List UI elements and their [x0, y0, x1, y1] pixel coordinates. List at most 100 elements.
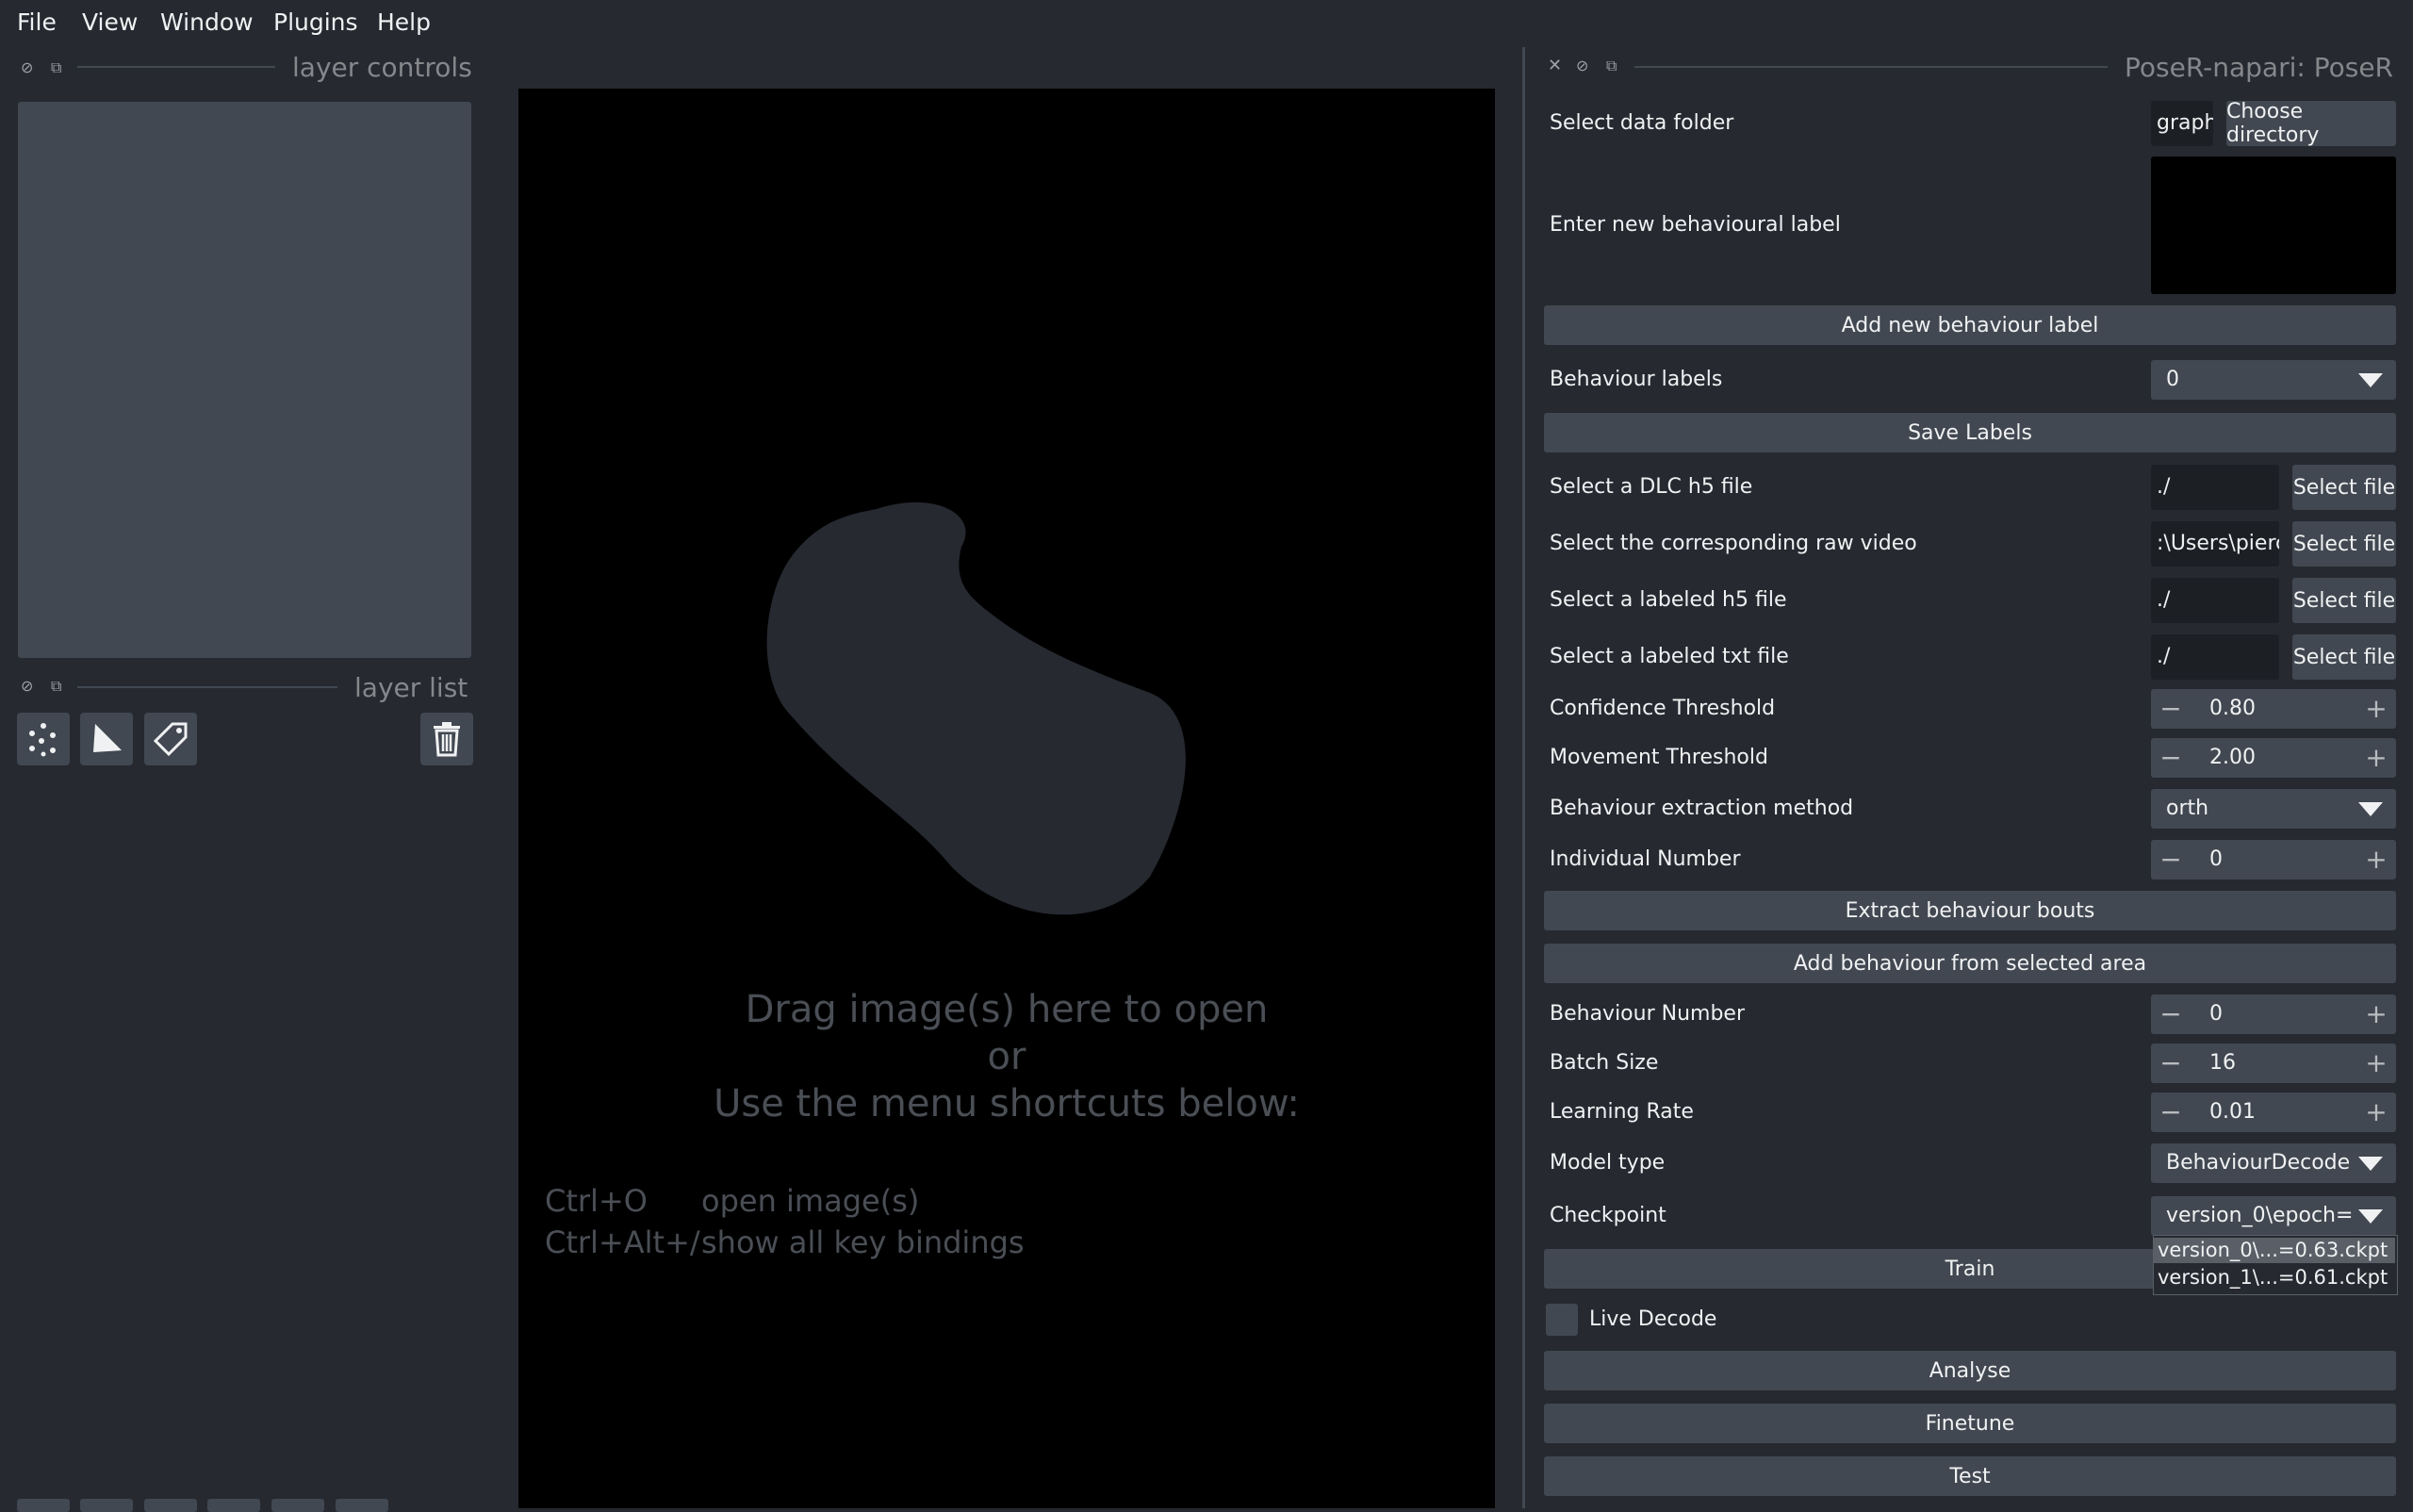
- new-label-label: Enter new behavioural label: [1550, 213, 1841, 237]
- shortcut-desc-open: open image(s): [701, 1183, 920, 1219]
- shortcut-desc-keybindings: show all key bindings: [701, 1224, 1025, 1260]
- new-label-input[interactable]: [2151, 156, 2396, 294]
- grid-button[interactable]: [271, 1499, 324, 1512]
- plus-icon[interactable]: +: [2360, 1093, 2392, 1132]
- dlc-h5-label: Select a DLC h5 file: [1550, 475, 1753, 499]
- labeled-txt-label: Select a labeled txt file: [1550, 645, 1789, 668]
- float-dock-icon[interactable]: ⊘: [21, 58, 33, 77]
- labeled-txt-select-button[interactable]: Select file: [2292, 634, 2396, 680]
- detach-dock-icon[interactable]: ⧉: [51, 677, 61, 696]
- menu-help[interactable]: Help: [377, 8, 431, 38]
- menu-file[interactable]: File: [17, 8, 57, 38]
- new-shapes-layer-button[interactable]: [80, 713, 133, 765]
- drop-hint-line-3: Use the menu shortcuts below:: [714, 1082, 1300, 1126]
- plus-icon[interactable]: +: [2360, 738, 2392, 778]
- batch-size-spinbox[interactable]: − 16 +: [2151, 1044, 2396, 1083]
- extract-behaviour-bouts-button[interactable]: Extract behaviour bouts: [1544, 891, 2396, 930]
- behaviour-number-value: 0: [2209, 1002, 2223, 1026]
- dlc-h5-select-button[interactable]: Select file: [2292, 465, 2396, 510]
- drop-hint-line-2: or: [987, 1035, 1026, 1078]
- learning-rate-label: Learning Rate: [1550, 1100, 1694, 1124]
- float-dock-icon[interactable]: ⊘: [21, 677, 33, 696]
- batch-size-label: Batch Size: [1550, 1051, 1659, 1075]
- float-dock-icon[interactable]: ⊘: [1576, 57, 1588, 75]
- ndisplay-button[interactable]: [80, 1499, 133, 1512]
- model-type-dropdown[interactable]: BehaviourDecode: [2151, 1143, 2396, 1183]
- model-type-value: BehaviourDecode: [2166, 1151, 2351, 1175]
- delete-layer-button[interactable]: [420, 713, 473, 765]
- chevron-down-icon: [2358, 373, 2383, 387]
- close-icon[interactable]: ✕: [1548, 57, 1562, 75]
- checkpoint-value: version_0\epoch=: [2166, 1204, 2354, 1227]
- behaviour-labels-value: 0: [2166, 368, 2179, 391]
- checkpoint-label: Checkpoint: [1550, 1204, 1666, 1227]
- behaviour-labels-dropdown[interactable]: 0: [2151, 360, 2396, 400]
- minus-icon[interactable]: −: [2155, 1093, 2187, 1132]
- confidence-threshold-value: 0.80: [2209, 697, 2256, 720]
- console-button[interactable]: [17, 1499, 70, 1512]
- dock-title-line: [77, 66, 275, 68]
- movement-threshold-spinbox[interactable]: − 2.00 +: [2151, 738, 2396, 778]
- individual-number-spinbox[interactable]: − 0 +: [2151, 840, 2396, 879]
- layer-controls-panel: [18, 102, 471, 658]
- learning-rate-spinbox[interactable]: − 0.01 +: [2151, 1093, 2396, 1132]
- shapes-icon: [93, 724, 122, 752]
- confidence-threshold-spinbox[interactable]: − 0.80 +: [2151, 689, 2396, 729]
- add-behaviour-from-area-button[interactable]: Add behaviour from selected area: [1544, 944, 2396, 983]
- extraction-method-dropdown[interactable]: orth: [2151, 789, 2396, 829]
- checkpoint-dropdown[interactable]: version_0\epoch=: [2151, 1196, 2396, 1236]
- plugin-title: PoseR-napari: PoseR: [2125, 52, 2394, 83]
- data-folder-field[interactable]: graph: [2151, 101, 2213, 146]
- roll-dims-button[interactable]: [144, 1499, 197, 1512]
- minus-icon[interactable]: −: [2155, 994, 2187, 1034]
- individual-number-value: 0: [2209, 847, 2223, 871]
- checkpoint-option[interactable]: version_1\...=0.61.ckpt: [2154, 1265, 2395, 1290]
- add-behaviour-label-button[interactable]: Add new behaviour label: [1544, 305, 2396, 345]
- minus-icon[interactable]: −: [2155, 689, 2187, 729]
- choose-directory-button[interactable]: Choose directory: [2226, 100, 2396, 147]
- plus-icon[interactable]: +: [2360, 840, 2392, 879]
- finetune-button[interactable]: Finetune: [1544, 1404, 2396, 1443]
- raw-video-label: Select the corresponding raw video: [1550, 532, 1917, 555]
- minus-icon[interactable]: −: [2155, 1044, 2187, 1083]
- plus-icon[interactable]: +: [2360, 1044, 2392, 1083]
- home-button[interactable]: [336, 1499, 388, 1512]
- menu-view[interactable]: View: [82, 8, 138, 38]
- viewer-canvas[interactable]: Drag image(s) here to open or Use the me…: [518, 89, 1495, 1508]
- dock-title-line: [77, 686, 337, 688]
- plus-icon[interactable]: +: [2360, 994, 2392, 1034]
- live-decode-checkbox[interactable]: [1546, 1304, 1578, 1336]
- minus-icon[interactable]: −: [2155, 738, 2187, 778]
- labeled-h5-select-button[interactable]: Select file: [2292, 578, 2396, 623]
- raw-video-field[interactable]: :\Users\pierc: [2151, 521, 2279, 567]
- detach-dock-icon[interactable]: ⧉: [51, 58, 61, 77]
- menubar: File View Window Plugins Help: [0, 0, 2413, 45]
- layer-list-title: layer list: [354, 672, 468, 703]
- behaviour-number-label: Behaviour Number: [1550, 1002, 1746, 1026]
- new-labels-layer-button[interactable]: [144, 713, 197, 765]
- minus-icon[interactable]: −: [2155, 840, 2187, 879]
- dlc-h5-field[interactable]: ./: [2151, 465, 2279, 510]
- menu-window[interactable]: Window: [160, 8, 254, 38]
- raw-video-select-button[interactable]: Select file: [2292, 521, 2396, 567]
- labeled-txt-field[interactable]: ./: [2151, 634, 2279, 680]
- behaviour-number-spinbox[interactable]: − 0 +: [2151, 994, 2396, 1034]
- transpose-button[interactable]: [207, 1499, 260, 1512]
- save-labels-button[interactable]: Save Labels: [1544, 413, 2396, 452]
- live-decode-label: Live Decode: [1589, 1307, 1717, 1331]
- model-type-label: Model type: [1550, 1151, 1666, 1175]
- test-button[interactable]: Test: [1544, 1456, 2396, 1496]
- new-points-layer-button[interactable]: [17, 713, 70, 765]
- checkpoint-option[interactable]: version_0\...=0.63.ckpt: [2154, 1238, 2395, 1263]
- trash-icon: [434, 722, 460, 757]
- analyse-button[interactable]: Analyse: [1544, 1351, 2396, 1390]
- shortcut-key-keybindings: Ctrl+Alt+/: [545, 1224, 700, 1260]
- movement-threshold-label: Movement Threshold: [1550, 746, 1768, 769]
- chevron-down-icon: [2358, 1209, 2383, 1224]
- detach-dock-icon[interactable]: ⧉: [1606, 57, 1617, 75]
- dock-splitter[interactable]: [1522, 47, 1525, 1508]
- plus-icon[interactable]: +: [2360, 689, 2392, 729]
- menu-plugins[interactable]: Plugins: [273, 8, 358, 38]
- napari-logo-icon: [766, 501, 1186, 915]
- labeled-h5-field[interactable]: ./: [2151, 578, 2279, 623]
